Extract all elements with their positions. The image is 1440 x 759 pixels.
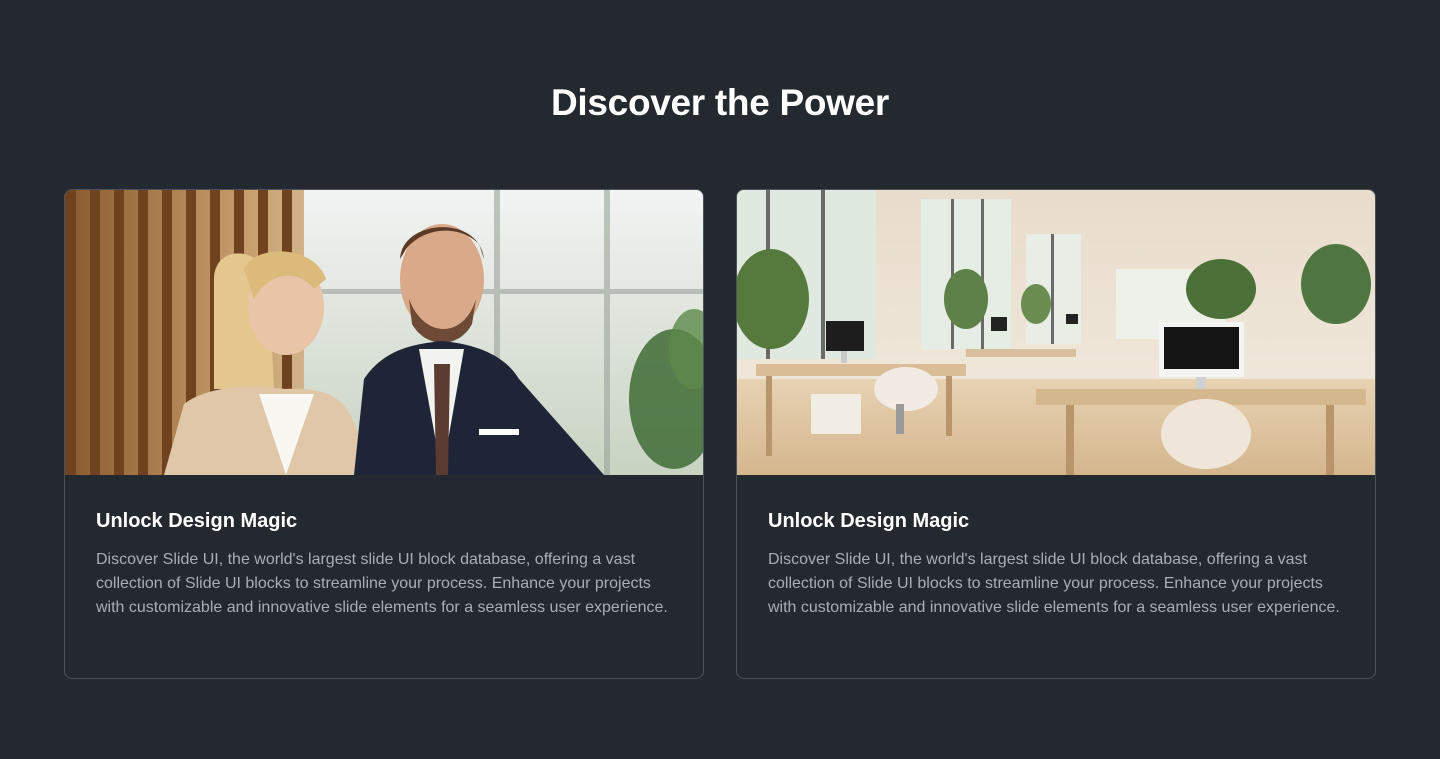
feature-card: Unlock Design Magic Discover Slide UI, t… xyxy=(64,189,704,679)
card-body: Unlock Design Magic Discover Slide UI, t… xyxy=(65,475,703,620)
card-image-office-interior xyxy=(737,190,1375,475)
card-description: Discover Slide UI, the world's largest s… xyxy=(768,551,1340,616)
card-title: Unlock Design Magic xyxy=(96,510,298,532)
card-body: Unlock Design Magic Discover Slide UI, t… xyxy=(737,475,1375,620)
card-image-business-people xyxy=(65,190,703,475)
section-title: Discover the Power xyxy=(550,82,889,123)
feature-card: Unlock Design Magic Discover Slide UI, t… xyxy=(736,189,1376,679)
card-title: Unlock Design Magic xyxy=(768,510,970,532)
page: Discover the Power Unlock Design Magic D… xyxy=(0,0,1440,759)
card-description: Discover Slide UI, the world's largest s… xyxy=(96,551,668,616)
